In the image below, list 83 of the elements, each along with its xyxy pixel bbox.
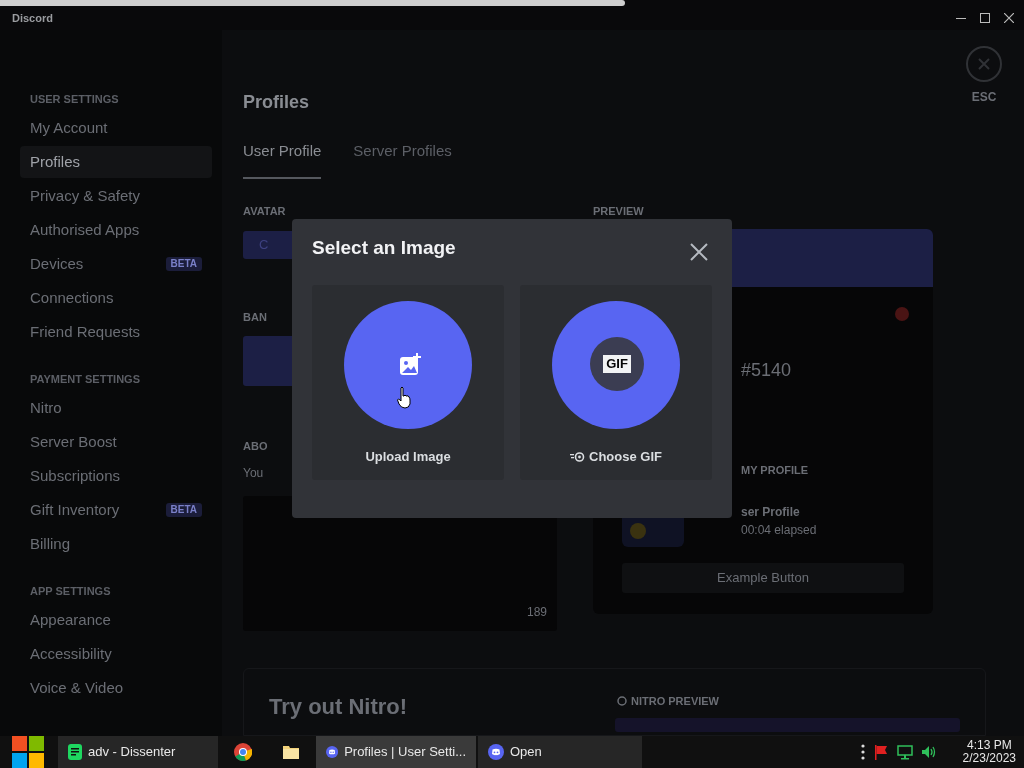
profile-tab[interactable]: User Profile [243, 140, 322, 179]
nitro-title: Try out Nitro! [269, 693, 409, 721]
sidebar-label: My Account [30, 117, 108, 138]
clock[interactable]: 4:13 PM 2/23/2023 [962, 739, 1016, 765]
sidebar-item[interactable]: Server Boost [20, 426, 212, 458]
chrome-icon[interactable] [234, 743, 252, 761]
folder-icon[interactable] [283, 745, 299, 759]
sidebar-item[interactable]: Appearance [20, 604, 212, 636]
nitro-icon [617, 696, 627, 707]
windows-logo-icon[interactable] [12, 736, 44, 768]
maximize-icon[interactable] [980, 13, 990, 23]
option-label: Upload Image [365, 448, 451, 466]
section-label: BAN [243, 310, 268, 325]
more-icon[interactable] [860, 744, 865, 760]
hand-cursor-icon [397, 386, 411, 410]
about-hint: You [243, 465, 265, 482]
gif-search-icon [570, 451, 585, 462]
sidebar-label: Nitro [30, 397, 62, 418]
option-label: Choose GIF [570, 447, 662, 467]
page-title: Profiles [243, 91, 311, 114]
activity-time: 00:04 elapsed [741, 521, 817, 539]
sidebar-item[interactable]: Authorised Apps [20, 214, 212, 246]
section-header: USER SETTINGS [29, 92, 120, 106]
sidebar-item[interactable]: My Account [20, 112, 212, 144]
taskbar-button[interactable]: adv - Dissenter [58, 736, 218, 768]
sidebar-label: Authorised Apps [30, 219, 140, 240]
sidebar-label: Subscriptions [30, 465, 121, 486]
note-icon [68, 744, 82, 760]
sidebar-label: Appearance [30, 609, 111, 630]
nitro-preview-label: NITRO PREVIEW [615, 693, 960, 710]
discord-icon [488, 744, 504, 760]
taskbar-button[interactable]: Profiles | User Setti... [316, 736, 476, 768]
window-title: Discord [12, 10, 53, 26]
sidebar-item[interactable]: Privacy & Safety [20, 180, 212, 212]
example-button[interactable]: Example Button [622, 562, 904, 593]
discord-icon [326, 744, 339, 760]
clock-time: 4:13 PM [966, 739, 1012, 752]
network-icon[interactable] [896, 744, 913, 760]
sidebar-label: Connections [30, 287, 114, 308]
section-label: PREVIEW [593, 203, 645, 219]
activity-title: ser Profile [741, 503, 801, 521]
sidebar-item[interactable]: Subscriptions [20, 460, 212, 492]
sidebar-label: Server Boost [30, 431, 117, 452]
sidebar-label: Friend Requests [30, 321, 141, 342]
sidebar-label: Privacy & Safety [30, 185, 141, 206]
gif-label: GIF [603, 355, 631, 373]
profile-tab[interactable]: Server Profiles [353, 140, 452, 179]
sidebar-label: Voice & Video [30, 677, 124, 698]
esc-label: ESC [971, 89, 997, 106]
sidebar-item[interactable]: Billing [20, 528, 212, 560]
sidebar-label: Accessibility [30, 643, 112, 664]
clock-date: 2/23/2023 [962, 752, 1016, 765]
sidebar-label: Gift Inventory [30, 499, 120, 520]
section-header: APP SETTINGS [29, 584, 112, 598]
character-count: 189 [526, 604, 547, 621]
speaker-icon[interactable] [920, 744, 937, 760]
close-icon [978, 58, 990, 70]
sidebar-label: Devices [30, 253, 84, 274]
section-label: MY PROFILE [741, 463, 810, 478]
section-label: AVATAR [243, 203, 287, 219]
sidebar-item[interactable]: Voice & Video [20, 672, 212, 704]
beta-badge: BETA [165, 257, 202, 271]
flag-icon[interactable] [872, 744, 889, 760]
section-header: PAYMENT SETTINGS [29, 372, 142, 386]
sidebar-item[interactable]: Profiles [20, 146, 212, 178]
choose-gif-option[interactable]: GIF Choose GIF [520, 285, 712, 480]
sidebar-label: Billing [30, 533, 71, 554]
taskbar-button[interactable]: Open [478, 736, 642, 768]
sidebar-label: Profiles [30, 151, 81, 172]
upload-image-option[interactable]: Upload Image [312, 285, 504, 480]
section-label: ABO [243, 438, 269, 454]
beta-badge: BETA [165, 503, 202, 517]
sidebar-item[interactable]: Devices BETA [20, 248, 212, 280]
sidebar-item[interactable]: Nitro [20, 392, 212, 424]
dialog-title: Select an Image [312, 236, 456, 260]
user-tag: #5140 [741, 357, 933, 384]
sidebar-item[interactable]: Connections [20, 282, 212, 314]
image-add-icon [400, 353, 422, 375]
close-icon[interactable] [690, 243, 708, 261]
sidebar-item[interactable]: Accessibility [20, 638, 212, 670]
sidebar-item[interactable]: Gift Inventory BETA [20, 494, 212, 526]
close-icon[interactable] [1004, 13, 1014, 23]
sidebar-item[interactable]: Friend Requests [20, 316, 212, 348]
